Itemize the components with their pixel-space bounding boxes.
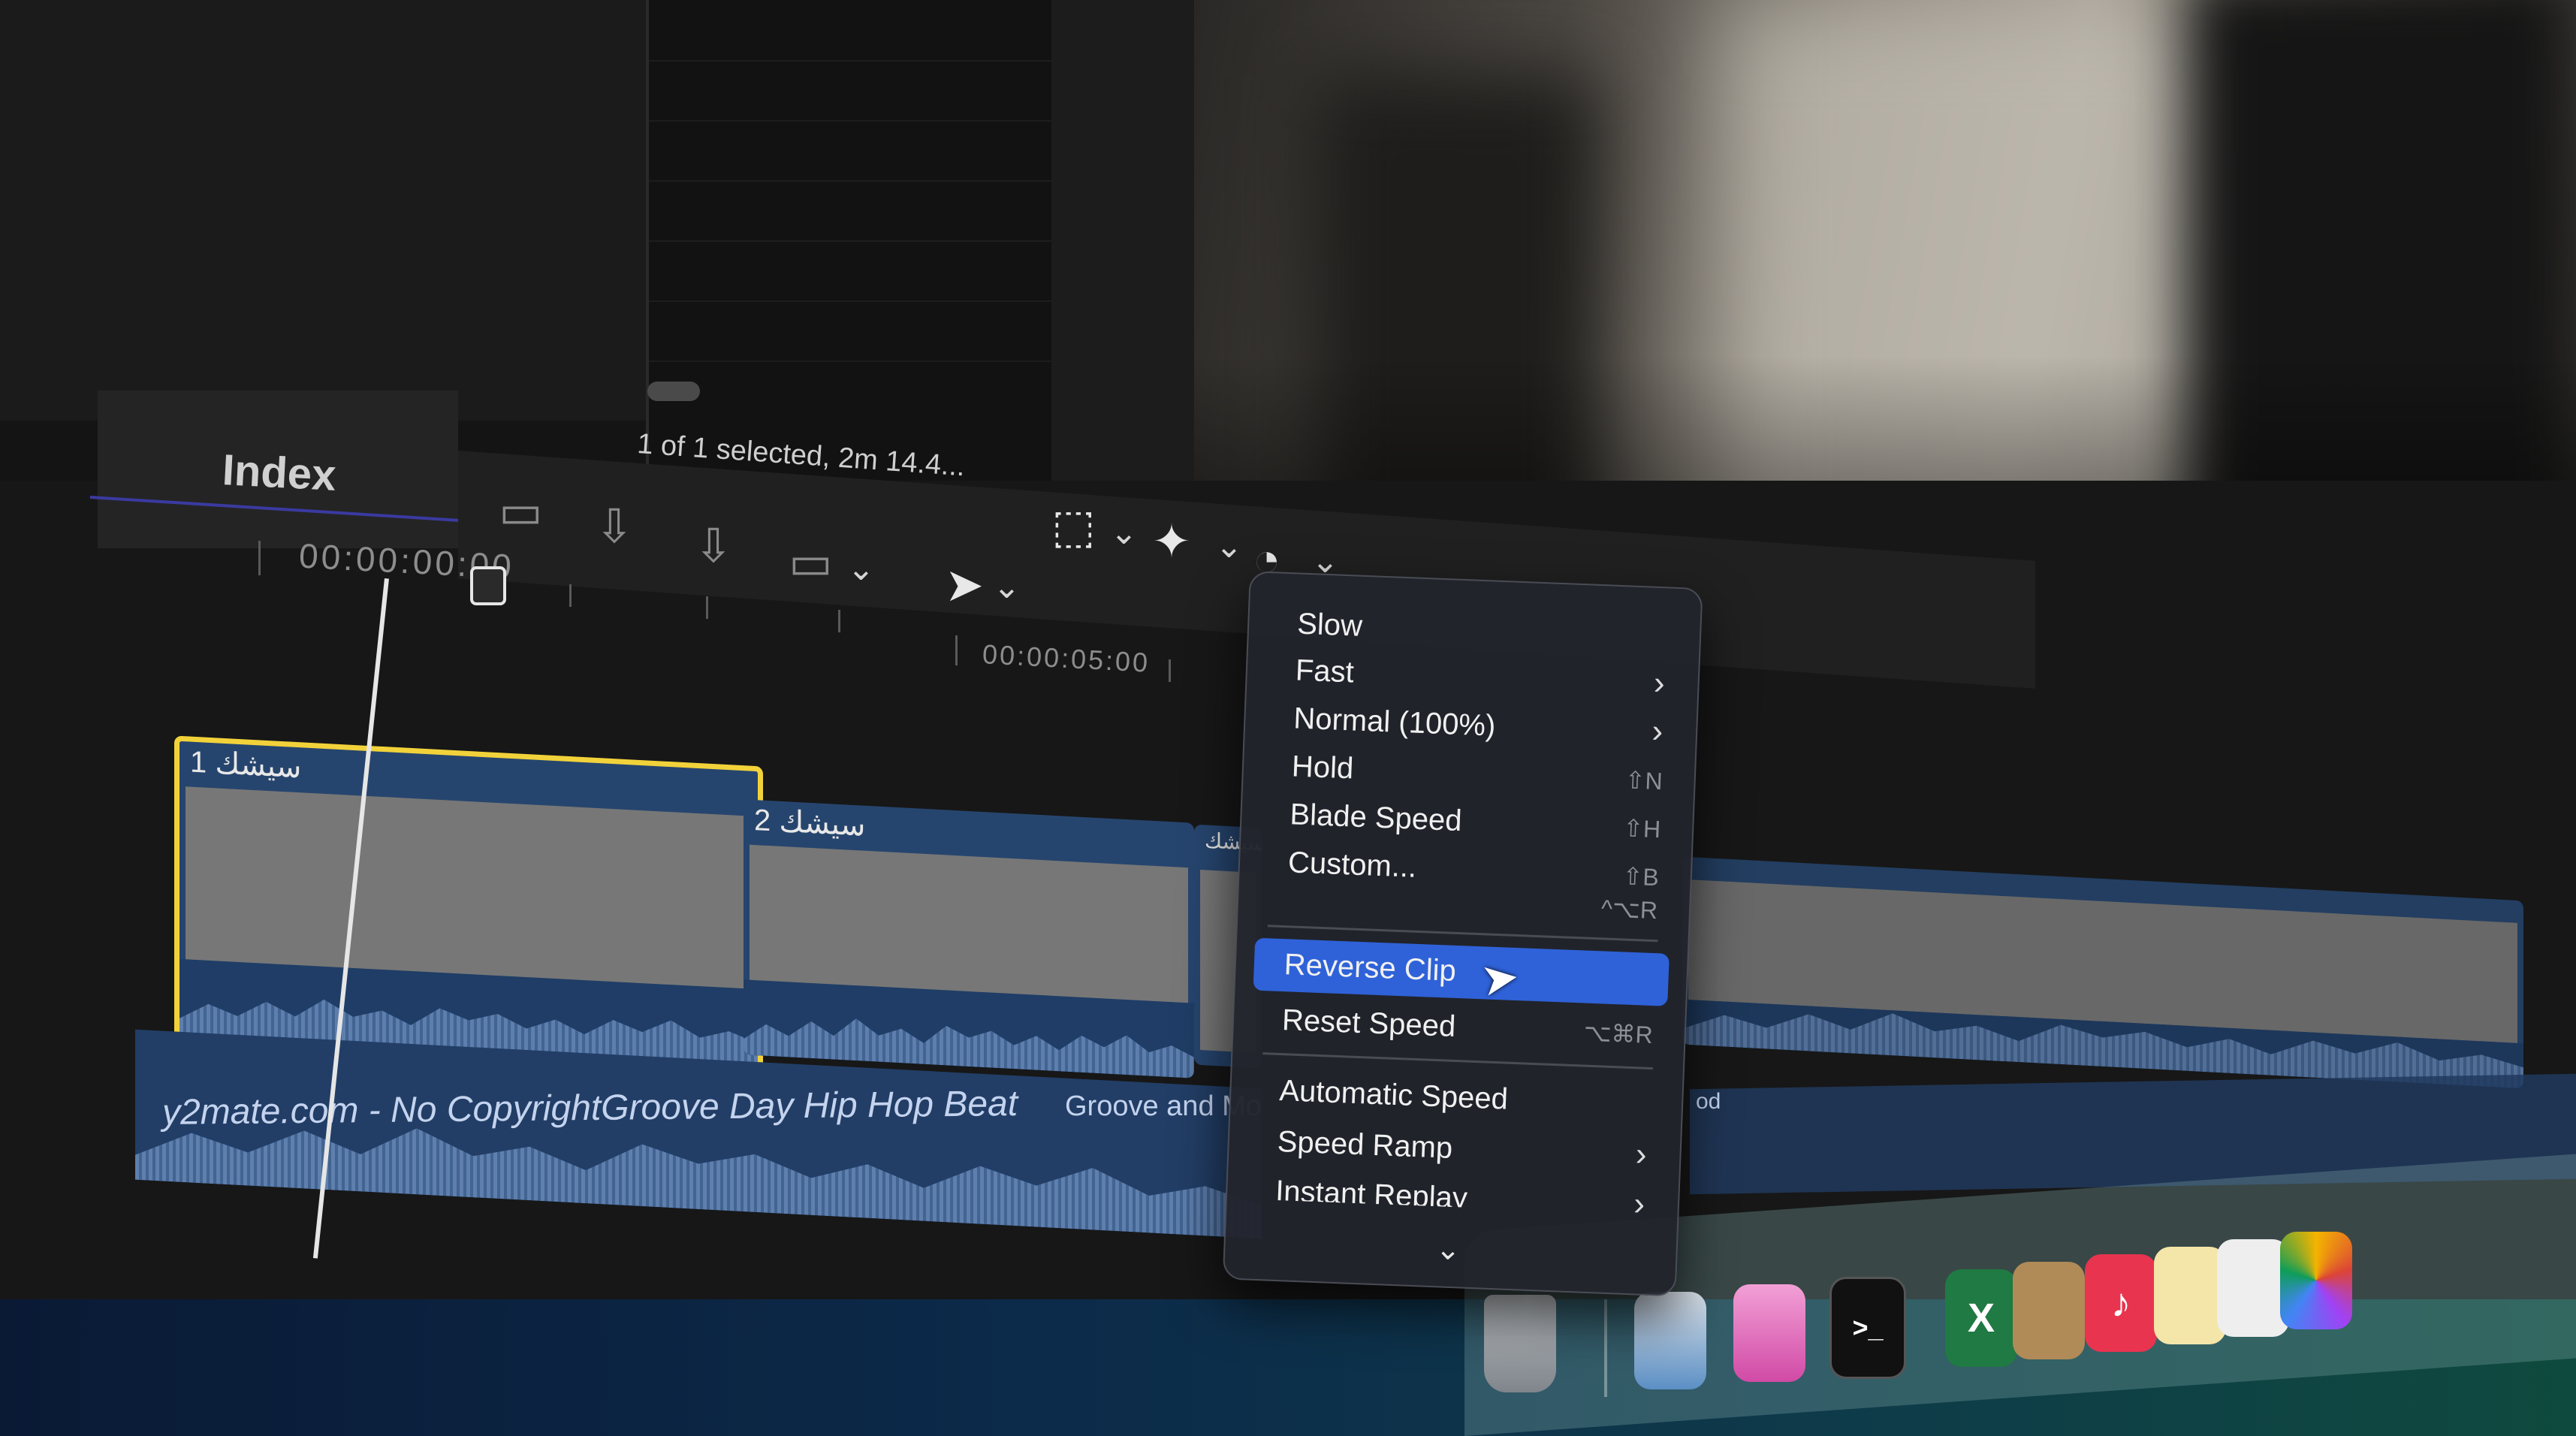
- menu-item-reset-speed[interactable]: Reset Speed ⌥⌘R: [1251, 995, 1667, 1057]
- inspector-pane: [0, 0, 646, 421]
- submenu-chevron-icon: ›: [1653, 664, 1666, 702]
- timeline-clip-2[interactable]: سيشك 2: [744, 799, 1194, 1079]
- trash-icon[interactable]: [1484, 1295, 1556, 1392]
- pages-icon[interactable]: [2217, 1239, 2289, 1337]
- music-track-right-label: od: [1696, 1089, 1721, 1114]
- ruler-tick: [955, 635, 958, 665]
- browser-pane: [646, 0, 1057, 481]
- enhance-chevron-icon[interactable]: ⌄: [1215, 527, 1243, 566]
- preview-icon[interactable]: [1634, 1292, 1706, 1389]
- connect-clip-icon[interactable]: ▭: [499, 484, 543, 538]
- clip-title: سيشك 2: [754, 804, 866, 843]
- shortcut-hint: ⌥⌘R: [1583, 1018, 1654, 1049]
- submenu-chevron-icon: ›: [1634, 1136, 1648, 1173]
- menu-scroll-down-icon[interactable]: ⌄: [1435, 1232, 1461, 1267]
- playhead-handle[interactable]: [470, 566, 506, 605]
- ruler-tick: [838, 610, 840, 632]
- speed-menu: Slow Fast › Normal (100%) › Hold ⇧N Blad…: [1222, 571, 1703, 1297]
- timeline-clip-1[interactable]: سيشك 1: [174, 735, 763, 1070]
- ruler-tick: [569, 584, 572, 607]
- insert-clip-icon[interactable]: ⇩: [595, 499, 634, 554]
- terminal-icon[interactable]: >_: [1829, 1277, 1906, 1379]
- notes-icon[interactable]: [2154, 1247, 2226, 1344]
- tool-menu-chevron-icon[interactable]: ⌄: [993, 568, 1021, 606]
- ruler-tick: [258, 541, 261, 575]
- shortcut-hint: ⇧B: [1621, 862, 1660, 891]
- browser-scrollbar[interactable]: [647, 382, 700, 401]
- excel-icon[interactable]: X: [1945, 1269, 2017, 1367]
- shortcut-hint: ^⌥R: [1600, 894, 1658, 925]
- select-tool-icon[interactable]: ➤: [945, 557, 984, 612]
- browser-side-pane: [1051, 0, 1202, 511]
- transform-icon[interactable]: ⬚: [1051, 499, 1096, 554]
- shortcut-hint: ⇧H: [1622, 814, 1661, 843]
- index-button[interactable]: Index: [221, 445, 337, 501]
- archive-icon[interactable]: [2013, 1262, 2085, 1359]
- photos-icon[interactable]: [2280, 1232, 2352, 1329]
- ruler-tick: [706, 596, 708, 619]
- transform-chevron-icon[interactable]: ⌄: [1110, 514, 1138, 552]
- mouse-cursor-icon: ➤: [1477, 950, 1522, 1006]
- overwrite-clip-icon[interactable]: ▭: [789, 535, 833, 590]
- submenu-chevron-icon: ›: [1651, 712, 1664, 750]
- shortcut-hint: ⇧N: [1624, 766, 1664, 795]
- clip-title: سيشك 1: [190, 745, 302, 785]
- music-icon[interactable]: ♪: [2085, 1254, 2157, 1352]
- submenu-chevron-icon: ›: [1633, 1185, 1645, 1215]
- dock-divider: [1604, 1299, 1607, 1397]
- menu-item-reverse-clip[interactable]: Reverse Clip: [1253, 937, 1670, 1006]
- ruler-tick: [1169, 659, 1171, 682]
- cleanmymac-icon[interactable]: [1733, 1284, 1805, 1382]
- menu-separator: [1267, 925, 1658, 943]
- magic-wand-icon[interactable]: ✦: [1152, 514, 1191, 569]
- append-clip-icon[interactable]: ⇩: [694, 518, 733, 573]
- menu-separator: [1262, 1052, 1654, 1070]
- edit-menu-chevron-icon[interactable]: ⌄: [847, 550, 875, 588]
